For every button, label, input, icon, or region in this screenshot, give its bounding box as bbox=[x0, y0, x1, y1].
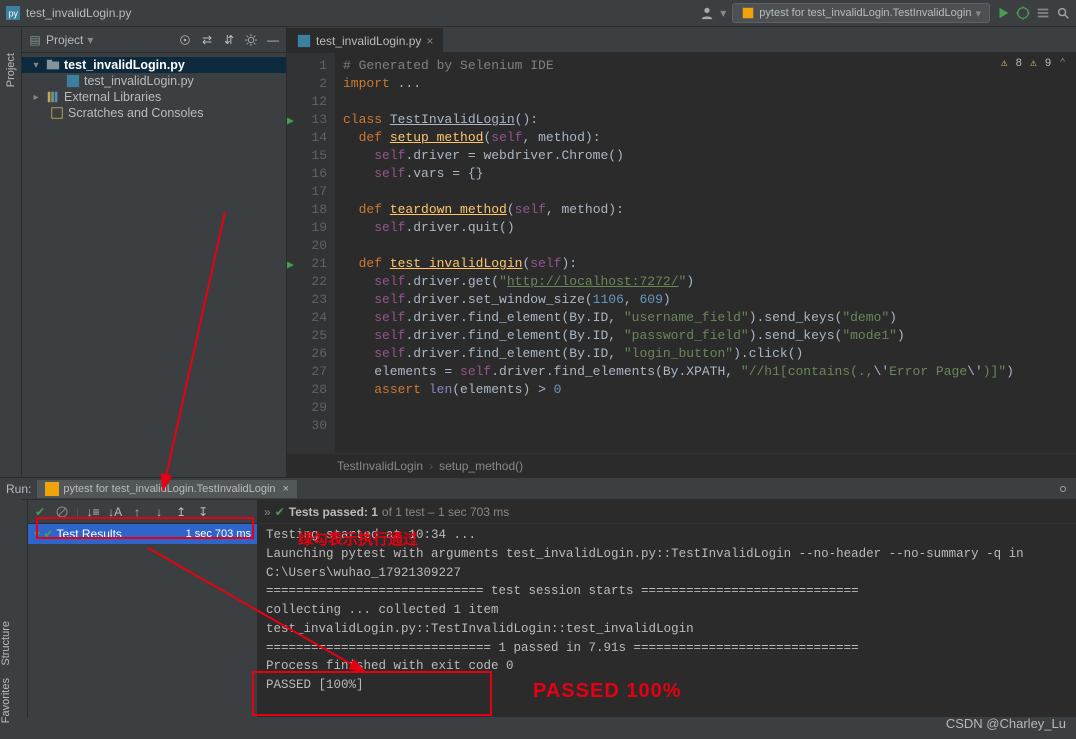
settings-gear-icon[interactable] bbox=[1056, 482, 1070, 496]
warning-icon: ⚠ bbox=[1001, 57, 1008, 72]
project-panel: ▤ Project ▾ ⇄ ⇵ — ▾ test_invalidLogin.py bbox=[22, 27, 287, 477]
run-button[interactable] bbox=[996, 6, 1010, 20]
inspection-badges[interactable]: ⚠8 ⚠9 ⌃ bbox=[1001, 57, 1066, 72]
search-icon[interactable] bbox=[1056, 6, 1070, 20]
editor-tab[interactable]: test_invalidLogin.py × bbox=[287, 28, 443, 52]
editor-breadcrumbs[interactable]: TestInvalidLogin › setup_method() bbox=[287, 453, 1076, 477]
svg-text:py: py bbox=[9, 9, 19, 19]
close-tab-icon[interactable]: × bbox=[280, 483, 289, 495]
project-title[interactable]: Project bbox=[46, 33, 83, 47]
tree-file[interactable]: test_invalidLogin.py bbox=[22, 73, 286, 89]
test-tree-panel: ✔ | ↓≡ ↓A ↑ ↓ ↥ ↧ ▾ ✔ Test Results 1 sec… bbox=[28, 500, 258, 717]
test-results-root[interactable]: ▾ ✔ Test Results 1 sec 703 ms bbox=[28, 524, 257, 544]
breadcrumb-file[interactable]: test_invalidLogin.py bbox=[26, 6, 131, 20]
main-area: Project ▤ Project ▾ ⇄ ⇵ — ▾ test_invalid… bbox=[0, 27, 1076, 477]
hide-panel-icon[interactable]: — bbox=[266, 33, 280, 47]
test-status-bar: » ✔ Tests passed: 1 of 1 test – 1 sec 70… bbox=[258, 500, 1076, 524]
expand-all-icon[interactable]: ⇄ bbox=[200, 33, 214, 47]
user-icon[interactable] bbox=[700, 6, 714, 20]
title-toolbar: py test_invalidLogin.py ▾ pytest for tes… bbox=[0, 0, 1076, 27]
next-icon[interactable]: ↧ bbox=[195, 504, 211, 520]
run-tab[interactable]: pytest for test_invalidLogin.TestInvalid… bbox=[37, 480, 297, 498]
python-file-icon bbox=[66, 74, 80, 88]
console-output[interactable]: Testing started at 10:34 ...Launching py… bbox=[258, 524, 1076, 717]
favorites-toolwindow-tab[interactable]: Favorites bbox=[0, 672, 22, 729]
debug-button[interactable] bbox=[1016, 6, 1030, 20]
library-icon bbox=[46, 90, 60, 104]
structure-toolwindow-tab[interactable]: Structure bbox=[0, 615, 22, 672]
pytest-icon bbox=[45, 482, 59, 496]
more-run-icon[interactable] bbox=[1036, 6, 1050, 20]
sort-icon[interactable]: ↓≡ bbox=[85, 504, 101, 520]
run-label: Run: bbox=[6, 482, 31, 496]
tree-ext-libs[interactable]: ▸ External Libraries bbox=[22, 89, 286, 105]
show-passed-icon[interactable]: ✔ bbox=[32, 504, 48, 520]
collapse-icon[interactable]: ↓ bbox=[151, 504, 167, 520]
run-panel: Run: pytest for test_invalidLogin.TestIn… bbox=[0, 477, 1076, 717]
project-view-icon: ▤ bbox=[28, 33, 42, 47]
expand-icon[interactable]: ↑ bbox=[129, 504, 145, 520]
prev-icon[interactable]: ↥ bbox=[173, 504, 189, 520]
folder-icon bbox=[46, 58, 60, 72]
dropdown-icon[interactable]: ▾ bbox=[87, 33, 93, 47]
scratches-icon bbox=[50, 106, 64, 120]
editor-tabs: test_invalidLogin.py × bbox=[287, 27, 1076, 53]
watermark: CSDN @Charley_Lu bbox=[946, 716, 1066, 731]
pytest-icon bbox=[741, 6, 755, 20]
python-file-icon: py bbox=[6, 6, 20, 20]
project-tree[interactable]: ▾ test_invalidLogin.py test_invalidLogin… bbox=[22, 53, 286, 125]
tree-root[interactable]: ▾ test_invalidLogin.py bbox=[22, 57, 286, 73]
left-bottom-bar: Structure Favorites bbox=[0, 499, 22, 739]
warning-icon: ⚠ bbox=[1030, 57, 1037, 72]
more-icon[interactable]: » bbox=[264, 505, 271, 519]
check-icon: ▾ ✔ bbox=[34, 527, 53, 541]
editor-area: test_invalidLogin.py × 12121314151617181… bbox=[287, 27, 1076, 477]
close-tab-icon[interactable]: × bbox=[426, 34, 433, 48]
sort-alpha-icon[interactable]: ↓A bbox=[107, 504, 123, 520]
collapse-all-icon[interactable]: ⇵ bbox=[222, 33, 236, 47]
show-ignored-icon[interactable] bbox=[54, 504, 70, 520]
run-config-selector[interactable]: pytest for test_invalidLogin.TestInvalid… bbox=[732, 3, 990, 23]
select-opened-file-icon[interactable] bbox=[178, 33, 192, 47]
settings-gear-icon[interactable] bbox=[244, 33, 258, 47]
python-file-icon bbox=[297, 34, 311, 48]
left-gutter-bar: Project bbox=[0, 27, 22, 477]
tree-scratches[interactable]: Scratches and Consoles bbox=[22, 105, 286, 121]
check-icon: ✔ bbox=[275, 505, 285, 519]
code-editor[interactable]: 1212131415161718192021222324252627282930… bbox=[287, 53, 1076, 453]
project-toolwindow-tab[interactable]: Project bbox=[5, 47, 17, 93]
